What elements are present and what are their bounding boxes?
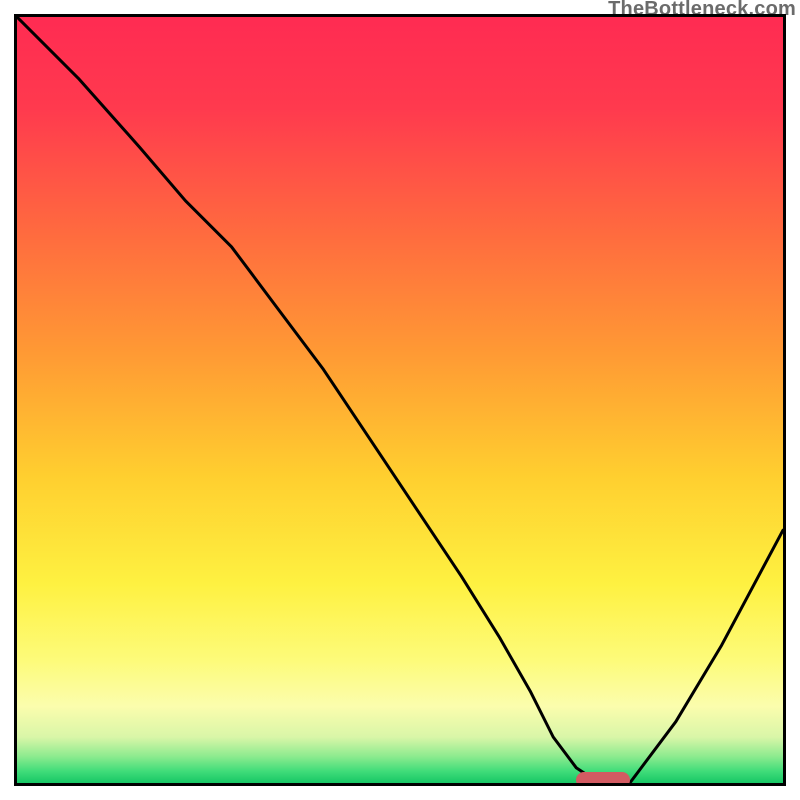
optimal-marker [576,772,630,786]
bottleneck-chart: TheBottleneck.com [0,0,800,800]
bottleneck-curve [17,17,783,783]
plot-area [14,14,786,786]
